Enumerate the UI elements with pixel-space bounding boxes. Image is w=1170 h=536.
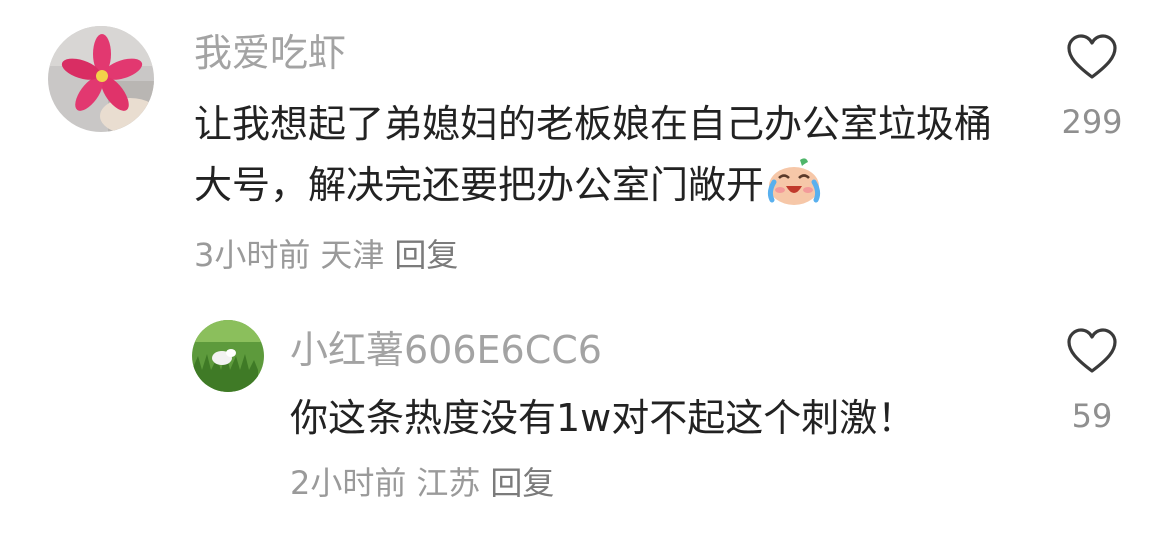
comment-text-content: 让我想起了弟媳妇的老板娘在自己办公室垃圾桶大号，解决完还要把办公室门敞开 xyxy=(194,102,993,207)
comment-location: 江苏 xyxy=(416,464,481,502)
comment-text: 让我想起了弟媳妇的老板娘在自己办公室垃圾桶大号，解决完还要把办公室门敞开 xyxy=(194,94,1014,224)
grass-rabbit-icon xyxy=(192,320,264,392)
comment-location: 天津 xyxy=(320,236,385,274)
like-count: 299 xyxy=(1061,103,1123,141)
avatar[interactable] xyxy=(48,26,154,132)
like-area[interactable]: 299 xyxy=(1047,34,1137,138)
heart-icon[interactable] xyxy=(1066,34,1118,80)
like-area[interactable]: 59 xyxy=(1047,328,1137,432)
reply-comment-item: 小红薯606E6CC6 你这条热度没有1w对不起这个刺激！ 2小时前 江苏 回复 5… xyxy=(0,300,1170,536)
reply-button[interactable]: 回复 xyxy=(490,464,554,502)
reply-button[interactable]: 回复 xyxy=(394,236,458,274)
pink-flower-icon xyxy=(48,26,154,132)
username[interactable]: 我爱吃虾 xyxy=(194,34,346,72)
heart-icon[interactable] xyxy=(1066,328,1118,374)
comment-time: 2小时前 xyxy=(290,464,407,502)
username[interactable]: 小红薯606E6CC6 xyxy=(290,331,602,369)
comment-time: 3小时前 xyxy=(194,236,311,274)
comment-meta: 2小时前 江苏 回复 xyxy=(290,467,564,499)
comment-text: 你这条热度没有1w对不起这个刺激！ xyxy=(290,388,1010,449)
like-count: 59 xyxy=(1071,397,1113,435)
comment-text-content: 你这条热度没有1w对不起这个刺激！ xyxy=(290,396,916,440)
comment-meta: 3小时前 天津 回复 xyxy=(194,239,468,271)
comment-item: 我爱吃虾 让我想起了弟媳妇的老板娘在自己办公室垃圾桶大号，解决完还要把办公室门敞… xyxy=(0,0,1170,300)
avatar[interactable] xyxy=(192,320,264,392)
crying-laughing-emoji-icon xyxy=(766,156,822,224)
